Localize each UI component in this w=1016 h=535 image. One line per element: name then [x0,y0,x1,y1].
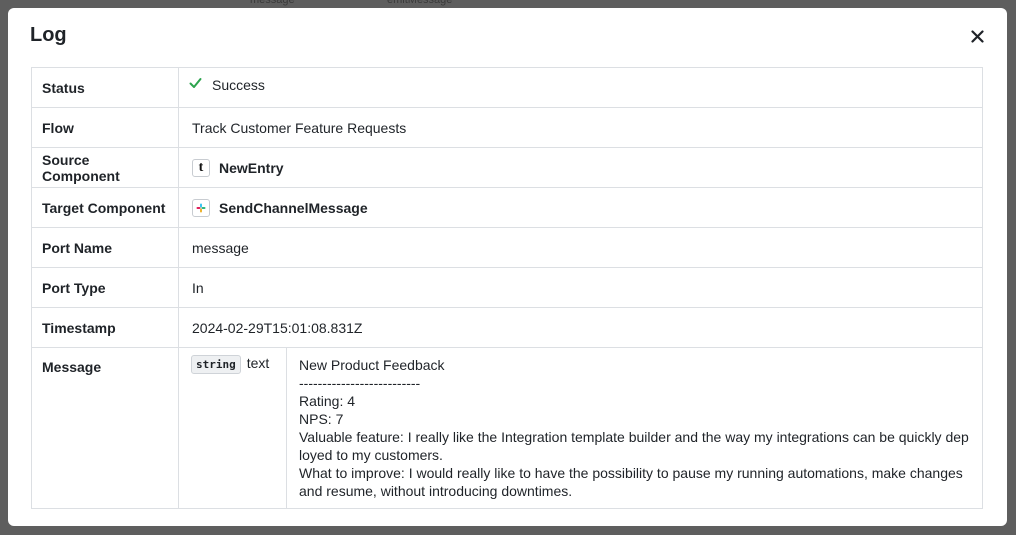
close-button[interactable] [967,26,987,46]
modal-title: Log [30,24,67,46]
backdrop-text-right: emitMessage [387,0,453,6]
log-details-table: Status Success Flow Track Customer Featu… [31,67,983,509]
timestamp-row: Timestamp 2024-02-29T15:01:08.831Z [32,307,982,347]
port-type-label: Port Type [32,268,179,307]
source-component-row: Source Component t NewEntry [32,147,982,187]
message-body[interactable]: New Product Feedback -------------------… [287,348,982,508]
timestamp-label: Timestamp [32,308,179,347]
log-modal: Log Status Success Flow Track Customer F… [8,8,1007,526]
status-text: Success [212,77,265,93]
message-row: Message string text New Product Feedback… [32,347,982,508]
timestamp-value: 2024-02-29T15:01:08.831Z [192,319,363,336]
source-component-name: NewEntry [219,159,284,176]
message-value: string text New Product Feedback -------… [179,348,982,508]
port-name-row: Port Name message [32,227,982,267]
status-label: Status [32,68,179,107]
message-type-text: text [246,355,270,371]
flow-value: Track Customer Feature Requests [192,119,407,136]
port-type-value: In [192,279,204,296]
typeform-logo-icon: t [192,158,210,177]
target-component-name: SendChannelMessage [219,199,368,216]
target-component-label: Target Component [32,188,179,227]
target-component-row: Target Component SendChannelMessage [32,187,982,227]
message-type-badge: string [191,355,241,374]
target-component-value: SendChannelMessage [179,188,982,227]
flow-label: Flow [32,108,179,147]
check-icon [189,77,202,89]
port-type-row: Port Type In [32,267,982,307]
message-label: Message [32,348,179,508]
port-name-label: Port Name [32,228,179,267]
slack-icon [192,198,210,217]
status-value: Success [179,68,982,107]
flow-row: Flow Track Customer Feature Requests [32,107,982,147]
close-icon [970,29,984,43]
port-name-value: message [192,239,249,256]
message-type: string text [179,348,287,508]
status-row: Status Success [32,68,982,107]
source-component-value: t NewEntry [179,148,982,187]
source-component-label: Source Component [32,148,179,187]
backdrop-text-left: message [250,0,295,6]
